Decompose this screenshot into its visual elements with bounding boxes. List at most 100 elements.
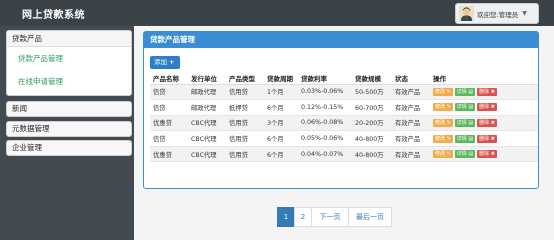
column-header: 发行单位 — [188, 72, 226, 85]
detail-icon: ▤ — [466, 88, 474, 95]
delete-icon: ✖ — [489, 119, 495, 126]
product-panel: 贷款产品管理 添加 + 产品名称 发行单位 产品类型 贷款周期 贷款利率 贷款规模 状态 操作 … — [143, 31, 539, 189]
table-cell: 有效产品 — [392, 146, 430, 163]
table-cell: 有效产品 — [392, 84, 430, 101]
table-cell: 0.03%-0.06% — [298, 84, 352, 101]
page-link[interactable]: 2 — [294, 207, 312, 227]
table-row: 信贷 CBC代理 信用贷 6个月 0.05%-0.06% 40-800万 有效产品 修改 ✎ 详… — [150, 130, 538, 147]
edit-button-label: 修改 — [435, 119, 446, 126]
sidebar-group-header[interactable]: 贷款产品 — [7, 31, 131, 47]
table-cell: 6个月 — [264, 99, 298, 116]
pagination: 1 2 下一页 最后一页 — [277, 207, 392, 227]
edit-button-label: 修改 — [435, 104, 446, 111]
table-cell: 40-800万 — [352, 146, 392, 163]
table-row: 信贷 邮政代理 信用贷 1个月 0.03%-0.06% 50-500万 有效产品 修改 ✎ 详情… — [150, 84, 538, 101]
edit-icon: ✎ — [445, 135, 451, 142]
detail-icon: ▤ — [466, 135, 474, 142]
table-cell: 40-800万 — [352, 130, 392, 147]
edit-button[interactable]: 修改 ✎ — [433, 150, 453, 159]
detail-button-label: 详情 — [456, 119, 467, 126]
caret-down-icon: ▼ — [522, 10, 527, 17]
table-cell: 有效产品 — [392, 115, 430, 132]
edit-button[interactable]: 修改 ✎ — [433, 103, 453, 112]
delete-button-label: 删除 — [479, 135, 490, 142]
edit-button-label: 修改 — [435, 135, 446, 142]
delete-button-label: 删除 — [479, 151, 490, 158]
detail-button[interactable]: 详情 ▤ — [454, 134, 476, 143]
table-cell: 信贷 — [150, 99, 188, 116]
row-actions: 修改 ✎ 详情 ▤ 删除 ✖ — [433, 150, 538, 159]
edit-button[interactable]: 修改 ✎ — [433, 87, 453, 96]
detail-button-label: 详情 — [456, 135, 467, 142]
table-cell: 邮政代理 — [188, 99, 226, 116]
edit-button[interactable]: 修改 ✎ — [433, 134, 453, 143]
user-menu-button[interactable]: 欢迎您:管理员 ▼ — [455, 3, 539, 24]
row-actions: 修改 ✎ 详情 ▤ 删除 ✖ — [433, 134, 538, 143]
sidebar-group-enterprise[interactable]: 企业管理 — [6, 140, 132, 156]
sidebar-group-metadata[interactable]: 元数据管理 — [6, 121, 132, 137]
delete-button[interactable]: 删除 ✖ — [477, 118, 497, 127]
table-cell: 信用贷 — [226, 146, 264, 163]
actions-cell: 修改 ✎ 详情 ▤ 删除 ✖ — [430, 115, 538, 132]
column-header: 操作 — [430, 72, 538, 85]
delete-button[interactable]: 删除 ✖ — [477, 150, 497, 159]
delete-icon: ✖ — [489, 135, 495, 142]
detail-button[interactable]: 详情 ▤ — [454, 87, 476, 96]
detail-icon: ▤ — [466, 119, 474, 126]
delete-icon: ✖ — [489, 104, 495, 111]
table-cell: 信用贷 — [226, 115, 264, 132]
table-cell: 抵押贷 — [226, 99, 264, 116]
edit-icon: ✎ — [445, 88, 451, 95]
table-cell: 信用贷 — [226, 84, 264, 101]
detail-button-label: 详情 — [456, 88, 467, 95]
detail-button[interactable]: 详情 ▤ — [454, 118, 476, 127]
column-header: 产品类型 — [226, 72, 264, 85]
table-cell: 优惠贷 — [150, 115, 188, 132]
app-title: 网上贷款系统 — [22, 10, 85, 21]
detail-button-label: 详情 — [456, 104, 467, 111]
table-cell: CBC代理 — [188, 115, 226, 132]
detail-button[interactable]: 详情 ▤ — [454, 150, 476, 159]
table-cell: 1个月 — [264, 84, 298, 101]
detail-icon: ▤ — [466, 151, 474, 158]
detail-button[interactable]: 详情 ▤ — [454, 103, 476, 112]
column-header: 贷款周期 — [264, 72, 298, 85]
table-row: 优惠贷 CBC代理 信用贷 6个月 0.04%-0.07% 40-800万 有效产品 修改 ✎… — [150, 146, 538, 163]
page-link[interactable]: 1 — [277, 207, 295, 227]
table-cell: CBC代理 — [188, 130, 226, 147]
table-cell: 6个月 — [264, 130, 298, 147]
page-link[interactable]: 最后一页 — [348, 207, 392, 227]
delete-button[interactable]: 删除 ✖ — [477, 103, 497, 112]
table-cell: 信贷 — [150, 130, 188, 147]
sidebar-item-loan-product-management[interactable]: 贷款产品管理 — [18, 53, 63, 64]
delete-button[interactable]: 删除 ✖ — [477, 87, 497, 96]
table-cell: 20-200万 — [352, 115, 392, 132]
table-cell: 50-500万 — [352, 84, 392, 101]
edit-button[interactable]: 修改 ✎ — [433, 118, 453, 127]
table-cell: CBC代理 — [188, 146, 226, 163]
avatar — [459, 6, 474, 21]
user-greeting: 欢迎您:管理员 — [477, 10, 519, 19]
sidebar-group-news[interactable]: 新闻 — [6, 101, 132, 117]
add-button[interactable]: 添加 + — [150, 56, 180, 69]
top-bar: 网上贷款系统 欢迎您:管理员 ▼ — [0, 0, 554, 26]
table-cell: 邮政代理 — [188, 84, 226, 101]
delete-button[interactable]: 删除 ✖ — [477, 134, 497, 143]
row-actions: 修改 ✎ 详情 ▤ 删除 ✖ — [433, 118, 538, 127]
delete-button-label: 删除 — [479, 119, 490, 126]
sidebar-item-online-application[interactable]: 在线申请管理 — [18, 76, 63, 87]
edit-button-label: 修改 — [435, 88, 446, 95]
table-body: 信贷 邮政代理 信用贷 1个月 0.03%-0.06% 50-500万 有效产品 修改 ✎ 详情… — [150, 84, 538, 163]
add-label: 添加 — [154, 58, 167, 66]
delete-button-label: 删除 — [479, 104, 490, 111]
column-header: 状态 — [392, 72, 430, 85]
table-header-row: 产品名称 发行单位 产品类型 贷款周期 贷款利率 贷款规模 状态 操作 — [150, 72, 538, 85]
table-cell: 信用贷 — [226, 130, 264, 147]
table-cell: 有效产品 — [392, 99, 430, 116]
detail-button-label: 详情 — [456, 151, 467, 158]
plus-icon: + — [169, 58, 175, 66]
table-cell: 0.12%-0.15% — [298, 99, 352, 116]
edit-icon: ✎ — [445, 151, 451, 158]
page-link[interactable]: 下一页 — [311, 207, 349, 227]
table-cell: 0.05%-0.06% — [298, 130, 352, 147]
